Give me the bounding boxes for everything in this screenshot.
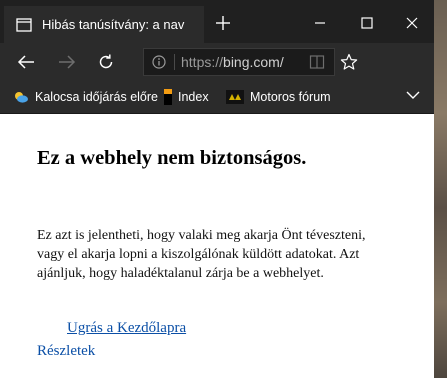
reading-view-icon[interactable] xyxy=(305,51,329,73)
favorite-label: Kalocsa időjárás előre xyxy=(35,90,158,104)
tab-active[interactable]: Hibás tanúsítvány: a nav xyxy=(4,6,204,43)
warning-text: Ez azt is jelentheti, hogy valaki meg ak… xyxy=(37,226,417,283)
favorite-label: Index xyxy=(178,90,209,104)
maximize-button[interactable] xyxy=(352,10,382,36)
warning-line: ajánljuk, hogy haladéktalanul zárja be a… xyxy=(37,266,324,281)
favorites-bar: Kalocsa időjárás előre Index Motoros fór… xyxy=(0,81,434,114)
tab-title: Hibás tanúsítvány: a nav xyxy=(42,17,185,32)
url-text: https://bing.com/ xyxy=(181,54,284,70)
browser-window: Hibás tanúsítvány: a nav https://bing.co… xyxy=(0,0,434,378)
minimize-button[interactable] xyxy=(305,10,335,36)
motor-forum-icon xyxy=(226,90,244,104)
favorite-star-icon[interactable] xyxy=(337,51,361,73)
favorite-item-motoros[interactable]: Motoros fórum xyxy=(226,88,331,106)
back-button[interactable] xyxy=(14,51,38,73)
page-icon xyxy=(12,13,36,37)
favorite-item-index[interactable]: Index xyxy=(164,88,209,106)
page-title: Ez a webhely nem biztonságos. xyxy=(37,147,307,169)
chevron-down-icon[interactable] xyxy=(406,90,420,100)
url-scheme: https:// xyxy=(181,54,224,70)
close-window-button[interactable] xyxy=(397,10,427,36)
navigation-bar: https://bing.com/ xyxy=(0,43,434,81)
favorite-item-kalocsa[interactable]: Kalocsa időjárás előre xyxy=(13,88,158,106)
forward-button[interactable] xyxy=(55,51,79,73)
info-icon[interactable] xyxy=(152,55,166,69)
go-to-home-link[interactable]: Ugrás a Kezdőlapra xyxy=(67,320,186,337)
desktop-wallpaper xyxy=(433,0,447,378)
page-content: Ez a webhely nem biztonságos. Ez azt is … xyxy=(0,114,434,378)
weather-icon xyxy=(13,90,29,104)
refresh-button[interactable] xyxy=(94,51,118,73)
index-logo-icon xyxy=(164,89,172,105)
new-tab-button[interactable] xyxy=(212,12,234,34)
address-divider xyxy=(174,54,175,70)
title-bar: Hibás tanúsítvány: a nav xyxy=(0,0,434,43)
warning-line: vagy el akarja lopni a kiszolgálónak kül… xyxy=(37,247,360,262)
warning-line: Ez azt is jelentheti, hogy valaki meg ak… xyxy=(37,228,366,243)
favorite-label: Motoros fórum xyxy=(250,90,331,104)
url-host: bing.com/ xyxy=(223,54,284,70)
details-link[interactable]: Részletek xyxy=(37,343,95,360)
